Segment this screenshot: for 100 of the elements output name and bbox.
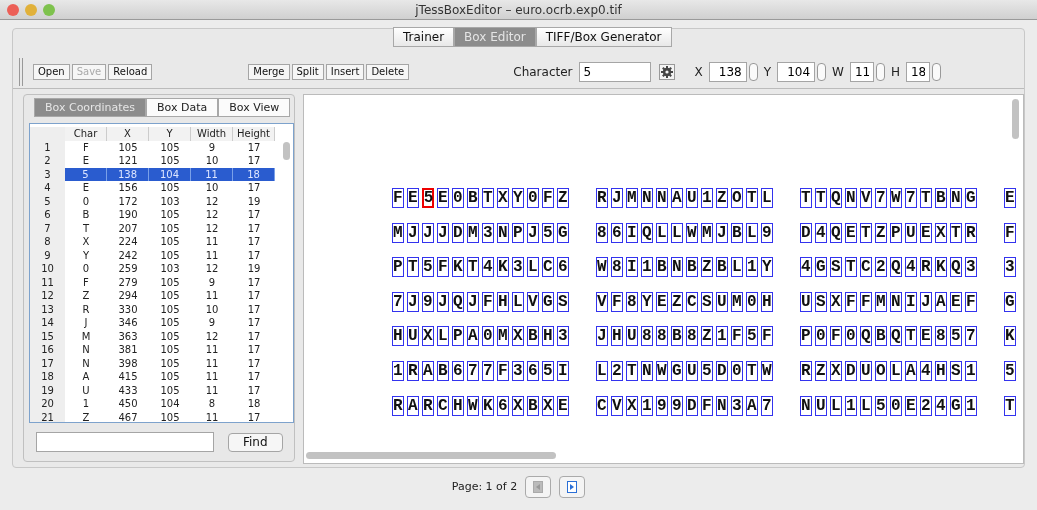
glyph[interactable]: G	[964, 188, 977, 208]
glyph[interactable]: Y	[640, 291, 653, 312]
glyph[interactable]: J	[595, 326, 608, 347]
close-button[interactable]	[7, 4, 19, 16]
glyph[interactable]: C	[436, 395, 449, 416]
glyph[interactable]: 1	[391, 360, 404, 381]
glyph[interactable]: F	[730, 326, 743, 347]
glyph[interactable]: D	[451, 222, 464, 243]
glyph[interactable]: R	[919, 257, 932, 278]
glyph[interactable]: 4	[799, 257, 812, 278]
glyph[interactable]: N	[715, 395, 728, 416]
next-page-button[interactable]	[559, 476, 586, 498]
glyph[interactable]: G	[556, 222, 569, 243]
glyph[interactable]: V	[610, 395, 623, 416]
glyph[interactable]: 5	[541, 360, 554, 381]
glyph[interactable]: B	[526, 395, 539, 416]
glyph[interactable]: N	[655, 188, 668, 208]
spinner-control[interactable]	[875, 62, 885, 81]
glyph[interactable]: R	[799, 360, 812, 381]
glyph[interactable]: F	[541, 188, 554, 208]
glyph[interactable]: A	[421, 360, 434, 381]
glyph[interactable]: 1	[964, 360, 977, 381]
toolbar-button[interactable]: Insert	[325, 63, 365, 80]
glyph[interactable]: B	[655, 257, 668, 278]
glyph[interactable]: M	[496, 326, 509, 347]
glyph[interactable]: T	[859, 222, 872, 243]
glyph[interactable]: Q	[829, 188, 842, 208]
glyph[interactable]: B	[466, 188, 479, 208]
settings-icon[interactable]	[658, 63, 675, 80]
glyph[interactable]: 4	[814, 222, 827, 243]
glyph[interactable]: I	[556, 360, 569, 381]
glyph[interactable]: X	[496, 188, 509, 208]
glyph[interactable]: X	[934, 222, 947, 243]
glyph[interactable]: Z	[874, 222, 887, 243]
glyph[interactable]: 7	[481, 360, 494, 381]
glyph[interactable]: A	[406, 395, 419, 416]
glyph[interactable]: 5	[949, 326, 962, 347]
glyph[interactable]: Z	[700, 257, 713, 278]
glyph[interactable]: X	[511, 395, 524, 416]
glyph[interactable]: V	[859, 188, 872, 208]
glyph[interactable]: G	[814, 257, 827, 278]
glyph[interactable]: U	[904, 222, 917, 243]
glyph[interactable]: 1	[844, 395, 857, 416]
glyph[interactable]: O	[730, 188, 743, 208]
glyph[interactable]: 0	[526, 188, 539, 208]
glyph[interactable]: G	[541, 291, 554, 312]
glyph[interactable]: D	[685, 395, 698, 416]
glyph[interactable]: K	[496, 257, 509, 278]
glyph[interactable]: U	[685, 188, 698, 208]
glyph[interactable]: X	[421, 326, 434, 347]
glyph[interactable]: R	[421, 395, 434, 416]
glyph[interactable]: F	[964, 291, 977, 312]
glyph[interactable]: 4	[934, 395, 947, 416]
glyph[interactable]: I	[625, 222, 638, 243]
glyph[interactable]: F	[844, 291, 857, 312]
glyph[interactable]: J	[436, 291, 449, 312]
glyph[interactable]: V	[595, 291, 608, 312]
glyph[interactable]: N	[640, 188, 653, 208]
glyph[interactable]: L	[859, 395, 872, 416]
glyph[interactable]: 9	[670, 395, 683, 416]
glyph[interactable]: 6	[556, 257, 569, 278]
glyph[interactable]: M	[700, 222, 713, 243]
glyph[interactable]: E	[1003, 188, 1016, 208]
glyph[interactable]: B	[685, 257, 698, 278]
glyph[interactable]: Z	[715, 188, 728, 208]
glyph[interactable]: 3	[511, 360, 524, 381]
glyph[interactable]: 3	[511, 257, 524, 278]
glyph[interactable]: F	[1003, 222, 1016, 243]
glyph[interactable]: X	[625, 395, 638, 416]
glyph[interactable]: Z	[670, 291, 683, 312]
glyph[interactable]: X	[511, 326, 524, 347]
glyph[interactable]: 5	[1003, 360, 1016, 381]
glyph[interactable]: X	[829, 291, 842, 312]
spinner-control[interactable]	[932, 62, 941, 81]
glyph[interactable]: O	[874, 360, 887, 381]
glyph[interactable]: 1	[715, 326, 728, 347]
glyph[interactable]: G	[1003, 291, 1016, 312]
glyph[interactable]: H	[496, 291, 509, 312]
glyph[interactable]: 8	[625, 291, 638, 312]
glyph[interactable]: C	[541, 257, 554, 278]
glyph[interactable]: I	[904, 291, 917, 312]
glyph[interactable]: A	[745, 395, 758, 416]
glyph[interactable]: F	[760, 326, 773, 347]
glyph[interactable]: A	[466, 326, 479, 347]
glyph[interactable]: E	[844, 222, 857, 243]
glyph[interactable]: H	[451, 395, 464, 416]
coordinate-field[interactable]: 138	[708, 61, 747, 82]
glyph[interactable]: E	[904, 395, 917, 416]
glyph[interactable]: P	[799, 326, 812, 347]
glyph[interactable]: 4	[904, 257, 917, 278]
glyph[interactable]: M	[391, 222, 404, 243]
glyph[interactable]: W	[760, 360, 773, 381]
glyph[interactable]: N	[670, 257, 683, 278]
glyph[interactable]: 7	[466, 360, 479, 381]
glyph[interactable]: 0	[730, 360, 743, 381]
glyph[interactable]: 4	[919, 360, 932, 381]
glyph[interactable]: W	[595, 257, 608, 278]
glyph[interactable]: F	[391, 188, 404, 208]
glyph[interactable]: Y	[511, 188, 524, 208]
glyph[interactable]: B	[436, 360, 449, 381]
